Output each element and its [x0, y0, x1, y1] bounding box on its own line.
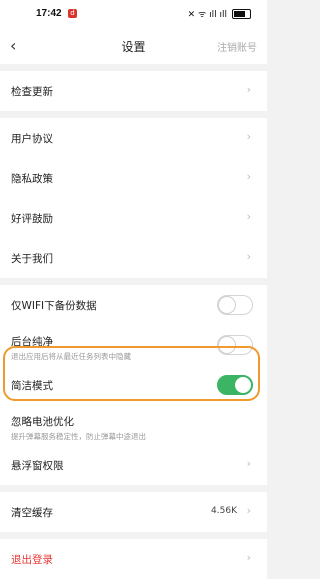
- cache-size-value: 4.56K: [211, 506, 237, 516]
- status-bar: 17:42 d ✕ ᯤ ıll ıll: [0, 0, 267, 28]
- simple-mode-item: 简洁模式: [0, 365, 267, 405]
- status-time: 17:42: [36, 8, 62, 19]
- background-clean-label: 后台纯净: [11, 336, 53, 348]
- user-agreement-label: 用户协议: [11, 133, 53, 145]
- wifi-only-backup-label: 仅WIFI下备份数据: [11, 300, 97, 312]
- simple-mode-toggle[interactable]: [217, 375, 253, 395]
- ignore-battery-optimization-label: 忽略电池优化: [11, 416, 74, 428]
- privacy-policy-label: 隐私政策: [11, 173, 53, 185]
- rate-us-item[interactable]: 好评鼓励 ›: [0, 198, 267, 238]
- nav-bar: ‹ 设置 注销账号: [0, 28, 267, 64]
- logout-item[interactable]: 退出登录 ›: [0, 539, 267, 579]
- chevron-right-icon: ›: [246, 170, 251, 183]
- group-update: 检查更新 ›: [0, 71, 267, 111]
- status-icons: ✕ ᯤ ıll ıll: [188, 7, 251, 20]
- check-update-label: 检查更新: [11, 86, 53, 98]
- wifi-only-backup-item: 仅WIFI下备份数据: [0, 285, 267, 325]
- battery-icon: [232, 8, 251, 19]
- deregister-account-link[interactable]: 注销账号: [217, 39, 257, 54]
- status-icons-text: ✕ ᯤ ıll ıll: [187, 10, 227, 20]
- user-agreement-item[interactable]: 用户协议 ›: [0, 118, 267, 158]
- chevron-right-icon: ›: [246, 504, 251, 517]
- background-clean-description: 退出应用后将从最近任务列表中隐藏: [11, 352, 131, 361]
- group-about: 用户协议 › 隐私政策 › 好评鼓励 › 关于我们 ›: [0, 118, 267, 278]
- about-us-item[interactable]: 关于我们 ›: [0, 238, 267, 278]
- chevron-right-icon: ›: [246, 210, 251, 223]
- ignore-battery-optimization-item[interactable]: 忽略电池优化 提升弹幕服务稳定性，防止弹幕中途退出: [0, 405, 267, 445]
- toggle-knob: [235, 377, 251, 393]
- about-us-label: 关于我们: [11, 253, 53, 265]
- wifi-only-backup-toggle[interactable]: [217, 295, 253, 315]
- clear-cache-item[interactable]: 清空缓存 4.56K ›: [0, 492, 267, 532]
- app-notification-icon: d: [68, 9, 77, 18]
- background-clean-item: 后台纯净 退出应用后将从最近任务列表中隐藏: [0, 325, 267, 365]
- group-preferences: 仅WIFI下备份数据 后台纯净 退出应用后将从最近任务列表中隐藏 简洁模式 忽略…: [0, 285, 267, 485]
- group-logout: 退出登录 ›: [0, 539, 267, 579]
- toggle-knob: [219, 337, 235, 353]
- logout-label: 退出登录: [11, 554, 53, 566]
- toggle-knob: [219, 297, 235, 313]
- privacy-policy-item[interactable]: 隐私政策 ›: [0, 158, 267, 198]
- chevron-right-icon: ›: [246, 130, 251, 143]
- overlay-permission-label: 悬浮窗权限: [11, 460, 64, 472]
- ignore-battery-optimization-description: 提升弹幕服务稳定性，防止弹幕中途退出: [11, 432, 146, 441]
- simple-mode-label: 简洁模式: [11, 380, 53, 392]
- chevron-right-icon: ›: [246, 250, 251, 263]
- rate-us-label: 好评鼓励: [11, 213, 53, 225]
- chevron-right-icon: ›: [246, 83, 251, 96]
- clear-cache-label: 清空缓存: [11, 507, 53, 519]
- background-clean-toggle[interactable]: [217, 335, 253, 355]
- chevron-right-icon: ›: [246, 457, 251, 470]
- group-cache: 清空缓存 4.56K ›: [0, 492, 267, 532]
- check-update-item[interactable]: 检查更新 ›: [0, 71, 267, 111]
- overlay-permission-item[interactable]: 悬浮窗权限 ›: [0, 445, 267, 485]
- chevron-right-icon: ›: [246, 551, 251, 564]
